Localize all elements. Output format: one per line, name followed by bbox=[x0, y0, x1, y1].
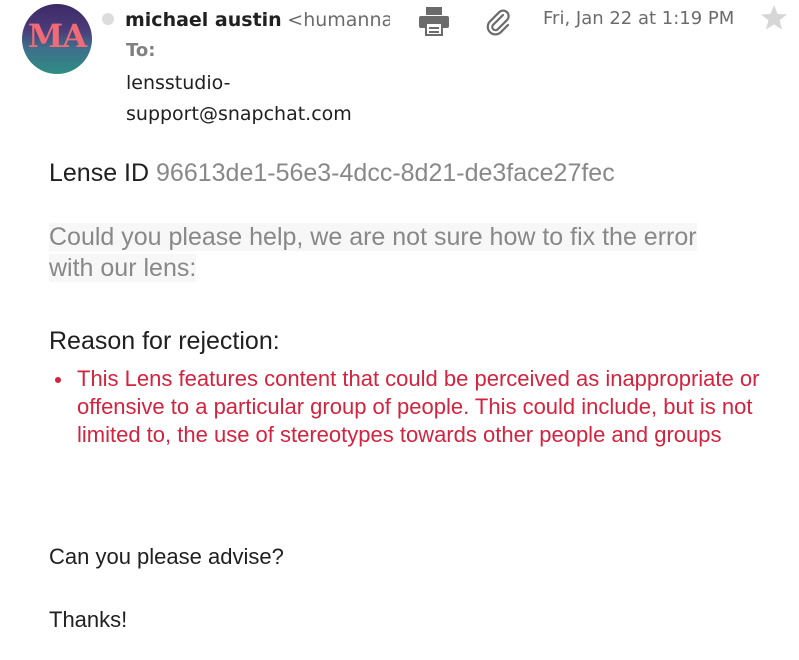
bullet-icon bbox=[55, 377, 61, 383]
sender-email[interactable]: <humanna bbox=[287, 9, 390, 31]
rejection-reason-text: This Lens features content that could be… bbox=[77, 366, 760, 447]
help-question: Could you please help, we are not sure h… bbox=[49, 222, 709, 284]
advise-question: Can you please advise? bbox=[49, 544, 284, 569]
recipient-line-1: lensstudio- bbox=[126, 72, 231, 94]
rejection-reason-item: This Lens features content that could be… bbox=[50, 365, 770, 449]
lens-id-line: Lense ID 96613de1-56e3-4dcc-8d21-de3face… bbox=[49, 157, 615, 189]
avatar-initials: MA bbox=[27, 17, 87, 55]
star-icon[interactable] bbox=[760, 4, 788, 32]
to-label: To: bbox=[126, 40, 156, 61]
unread-status-dot bbox=[102, 13, 114, 25]
sender-name[interactable]: michael austin bbox=[125, 9, 282, 31]
recipient-address[interactable]: lensstudio- support@snapchat.com bbox=[126, 68, 386, 130]
attachment-icon[interactable] bbox=[484, 6, 512, 36]
print-icon[interactable] bbox=[418, 6, 450, 36]
sender-avatar[interactable]: MA bbox=[22, 4, 92, 74]
message-date: Fri, Jan 22 at 1:19 PM bbox=[543, 8, 735, 29]
lens-id-value: 96613de1-56e3-4dcc-8d21-de3face27fec bbox=[156, 159, 615, 187]
rejection-reason-list: This Lens features content that could be… bbox=[50, 365, 770, 449]
sign-off: Thanks! bbox=[49, 607, 128, 632]
rejection-reason-title: Reason for rejection: bbox=[49, 327, 280, 355]
help-question-text: Could you please help, we are not sure h… bbox=[49, 223, 697, 282]
recipient-line-2: support@snapchat.com bbox=[126, 103, 352, 125]
sender[interactable]: michael austin <humanna bbox=[125, 7, 390, 33]
lens-id-label: Lense ID bbox=[49, 159, 150, 187]
